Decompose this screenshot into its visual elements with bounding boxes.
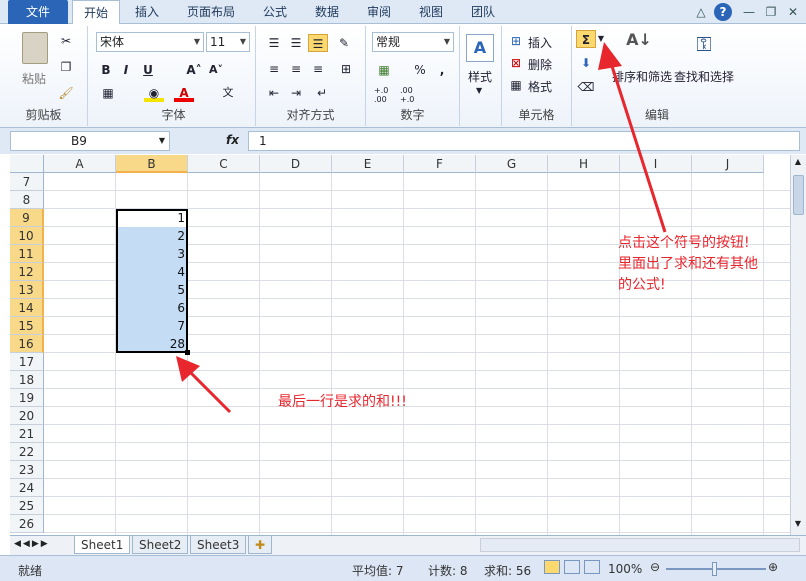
annotation-last-row: 最后一行是求的和!!! [278, 394, 407, 410]
annotation-line: 的公式! [618, 277, 666, 293]
annotation-line: 点击这个符号的按钮! [618, 235, 750, 251]
arrow-to-sum-cell [186, 368, 232, 414]
annotation-line: 里面出了求和还有其他 [618, 256, 758, 272]
arrow-to-sum-button [608, 59, 667, 233]
annotation-sum-button: 点击这个符号的按钮! 里面出了求和还有其他 的公式! [618, 233, 758, 296]
arrow-head-sum [598, 42, 622, 70]
